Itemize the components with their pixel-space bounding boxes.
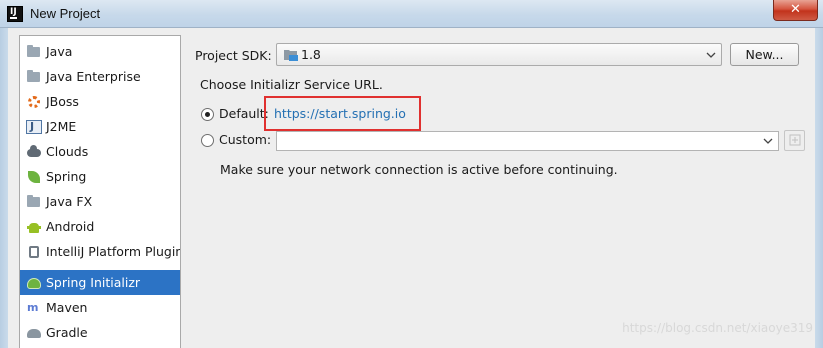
gradle-icon	[26, 325, 42, 341]
jboss-icon	[26, 94, 42, 110]
window-frame-right	[815, 28, 823, 348]
sidebar-item-java-fx[interactable]: Java FX	[20, 189, 180, 214]
sidebar-item-java[interactable]: Java	[20, 39, 180, 64]
sidebar-item-label: Java FX	[46, 194, 93, 209]
sidebar-item-label: Gradle	[46, 325, 88, 340]
add-custom-url-button[interactable]	[784, 130, 805, 151]
network-note: Make sure your network connection is act…	[220, 162, 618, 177]
folder-icon	[26, 44, 42, 60]
sidebar-item-label: IntelliJ Platform Plugin	[46, 244, 181, 259]
sidebar-item-label: J2ME	[46, 119, 77, 134]
sidebar-item-maven[interactable]: m Maven	[20, 295, 180, 320]
default-url-label: Default:	[219, 106, 269, 121]
sidebar-item-gradle[interactable]: Gradle	[20, 320, 180, 345]
new-sdk-button[interactable]: New...	[730, 43, 799, 66]
service-url-heading: Choose Initializr Service URL.	[200, 77, 383, 92]
maven-icon: m	[27, 301, 39, 314]
url-highlight-annotation	[264, 96, 421, 131]
spring-leaf-icon	[26, 169, 42, 185]
sdk-value: 1.8	[301, 47, 321, 62]
j2me-icon	[26, 119, 42, 135]
sidebar-item-android[interactable]: Android	[20, 214, 180, 239]
cloud-icon	[26, 144, 42, 160]
sidebar-item-spring-initializr[interactable]: Spring Initializr	[20, 270, 180, 295]
sidebar-item-label: JBoss	[46, 94, 79, 109]
sidebar-item-label: Java Enterprise	[46, 69, 141, 84]
custom-url-label: Custom:	[219, 132, 272, 147]
sdk-folder-icon	[283, 47, 299, 63]
title-bar: IJ New Project ✕	[0, 0, 823, 28]
sidebar-item-java-enterprise[interactable]: Java Enterprise	[20, 64, 180, 89]
sidebar-item-intellij-platform-plugin[interactable]: IntelliJ Platform Plugin	[20, 239, 180, 264]
android-icon	[26, 219, 42, 235]
window-frame-left	[0, 28, 8, 348]
sidebar-item-label: Java	[46, 44, 73, 59]
sidebar-item-label: Spring	[46, 169, 87, 184]
folder-icon	[26, 194, 42, 210]
watermark-text: https://blog.csdn.net/xiaoye319	[622, 321, 813, 335]
window-title: New Project	[30, 6, 101, 21]
custom-url-radio[interactable]	[201, 134, 214, 147]
spring-initializr-icon	[26, 275, 42, 291]
project-sdk-dropdown[interactable]: 1.8	[276, 43, 722, 66]
custom-url-combo[interactable]	[276, 131, 779, 151]
chevron-down-icon	[706, 47, 716, 66]
sidebar-item-label: Android	[46, 219, 95, 234]
sidebar-item-label: Spring Initializr	[46, 275, 141, 290]
chevron-down-icon	[763, 133, 773, 152]
sidebar-item-label: Maven	[46, 300, 88, 315]
intellij-app-icon: IJ	[7, 6, 23, 22]
add-icon	[789, 133, 801, 151]
project-sdk-label: Project SDK:	[195, 48, 272, 63]
folder-icon	[26, 69, 42, 85]
plugin-icon	[26, 244, 42, 260]
default-url-radio[interactable]	[201, 108, 214, 121]
sidebar-item-label: Clouds	[46, 144, 89, 159]
sidebar-item-jboss[interactable]: JBoss	[20, 89, 180, 114]
sidebar-item-j2me[interactable]: J2ME	[20, 114, 180, 139]
app-icon-letters: IJ	[10, 7, 17, 17]
close-button[interactable]: ✕	[773, 0, 818, 21]
sidebar-item-clouds[interactable]: Clouds	[20, 139, 180, 164]
project-type-list: Java Java Enterprise JBoss J2ME Clouds S…	[19, 35, 181, 348]
sidebar-item-spring[interactable]: Spring	[20, 164, 180, 189]
